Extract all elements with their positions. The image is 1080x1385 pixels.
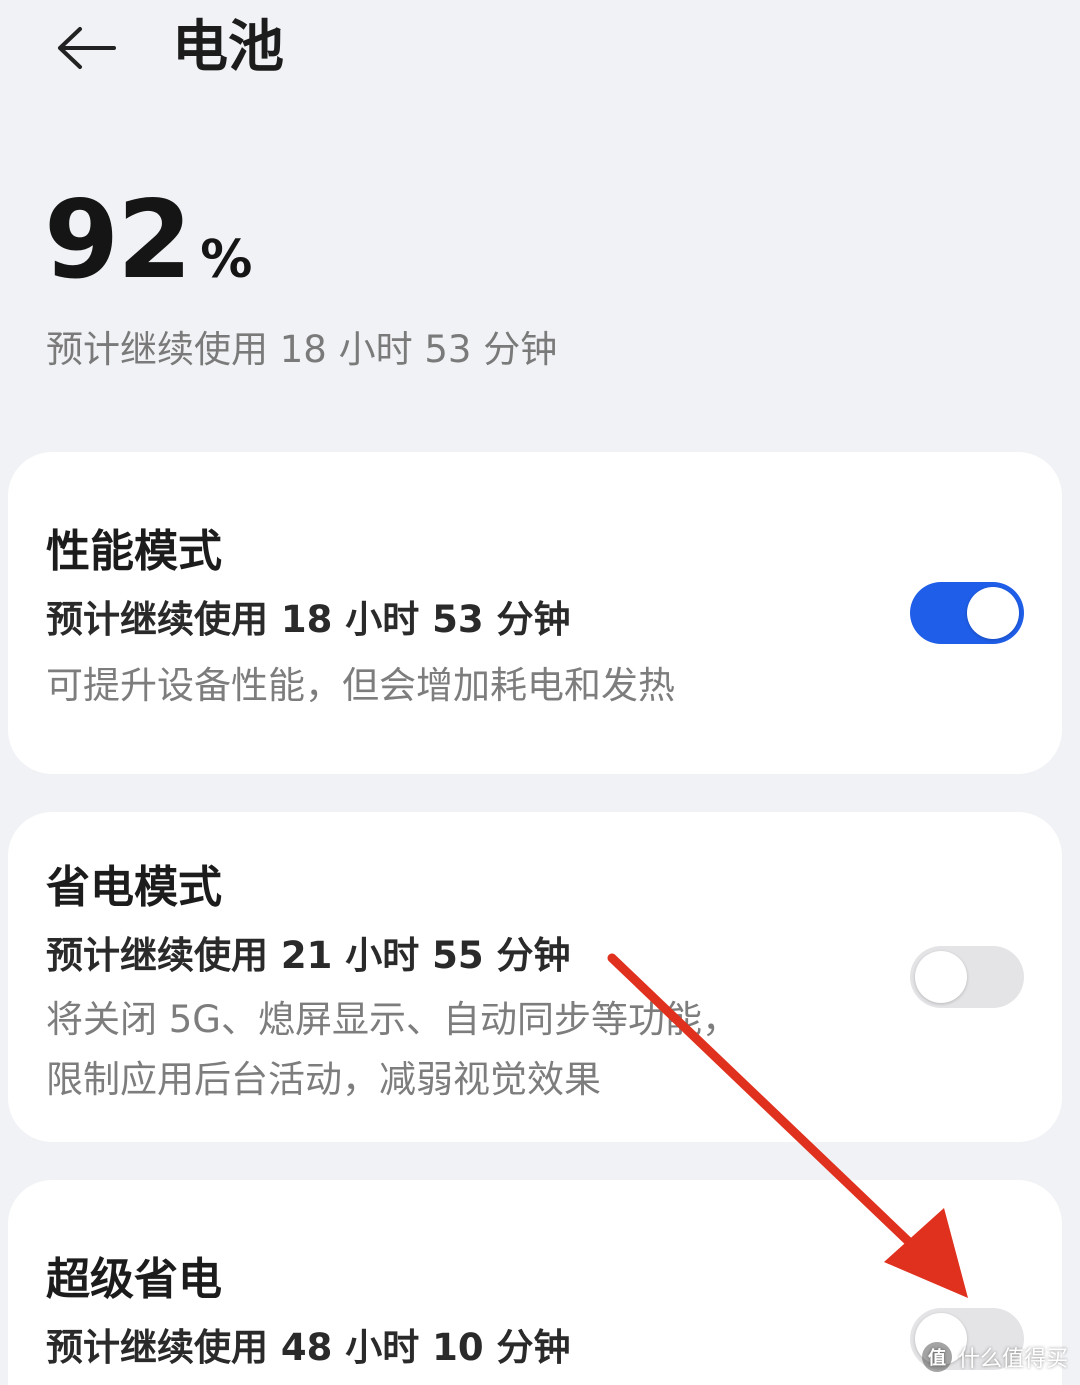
app-bar: 电池 (0, 0, 1080, 100)
arrow-left-icon (58, 26, 116, 69)
ultra-power-saving-title: 超级省电 (46, 1254, 222, 1305)
power-saving-mode-description-line1: 将关闭 5G、熄屏显示、自动同步等功能， (46, 998, 739, 1041)
ultra-power-saving-card[interactable]: 超级省电 预计继续使用 48 小时 10 分钟 (8, 1180, 1062, 1385)
watermark: 值 什么值得买 (921, 1341, 1068, 1373)
toggle-knob (915, 951, 967, 1003)
performance-mode-toggle[interactable] (910, 582, 1024, 644)
page-title: 电池 (172, 15, 284, 80)
performance-mode-description: 可提升设备性能，但会增加耗电和发热 (46, 664, 675, 707)
battery-percent-unit: % (200, 230, 253, 290)
performance-mode-title: 性能模式 (46, 526, 222, 577)
power-saving-mode-card[interactable]: 省电模式 预计继续使用 21 小时 55 分钟 将关闭 5G、熄屏显示、自动同步… (8, 812, 1062, 1142)
back-button[interactable] (40, 10, 130, 85)
performance-mode-card[interactable]: 性能模式 预计继续使用 18 小时 53 分钟 可提升设备性能，但会增加耗电和发… (8, 452, 1062, 774)
battery-settings-screen: 电池 92 % 预计继续使用 18 小时 53 分钟 性能模式 预计继续使用 1… (0, 0, 1080, 1385)
power-saving-mode-description-line2: 限制应用后台活动，减弱视觉效果 (46, 1058, 601, 1101)
ultra-power-saving-estimate: 预计继续使用 48 小时 10 分钟 (46, 1326, 571, 1369)
battery-percentage: 92 (44, 178, 192, 303)
performance-mode-estimate: 预计继续使用 18 小时 53 分钟 (46, 598, 571, 641)
power-saving-mode-estimate: 预计继续使用 21 小时 55 分钟 (46, 934, 571, 977)
power-saving-mode-toggle[interactable] (910, 946, 1024, 1008)
battery-estimate: 预计继续使用 18 小时 53 分钟 (46, 328, 558, 371)
watermark-text: 什么值得买 (957, 1347, 1068, 1372)
toggle-knob (967, 587, 1019, 639)
battery-level-display: 92 % (44, 176, 252, 306)
power-saving-mode-title: 省电模式 (46, 862, 222, 913)
watermark-logo-icon: 值 (921, 1342, 952, 1372)
